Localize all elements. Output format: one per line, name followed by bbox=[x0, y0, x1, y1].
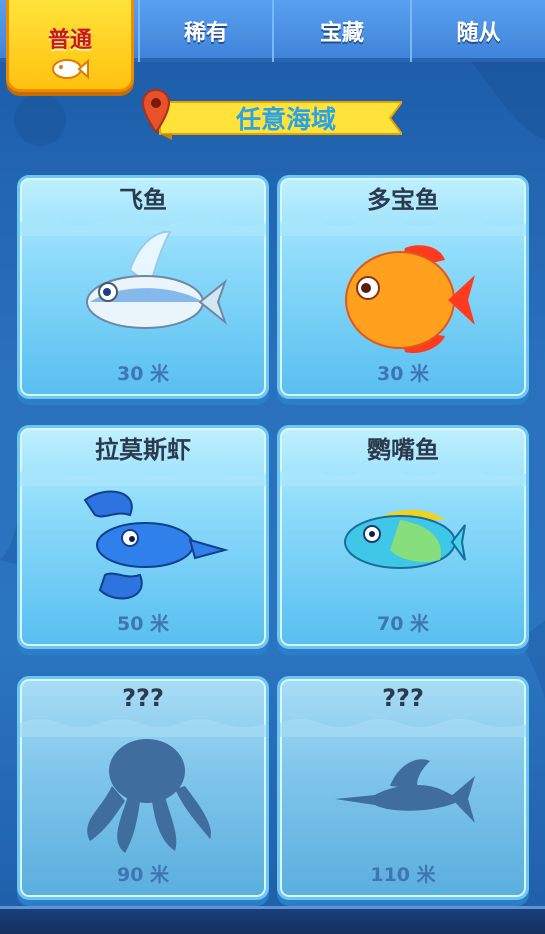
fish-icon bbox=[52, 58, 89, 80]
fish-card[interactable]: 拉莫斯虾 50 米 bbox=[17, 425, 269, 649]
fish-distance: 30 米 bbox=[376, 363, 430, 385]
orange-fish-icon bbox=[345, 245, 475, 354]
tab-common[interactable]: 普通 bbox=[6, 0, 134, 92]
fish-card[interactable]: 鹦嘴鱼 70 米 bbox=[277, 425, 529, 649]
bottom-bar bbox=[0, 906, 545, 934]
fish-distance: 110 米 bbox=[370, 864, 436, 886]
fish-name: 鹦嘴鱼 bbox=[367, 435, 439, 464]
tab-label: 普通 bbox=[47, 28, 92, 53]
tab-companion[interactable]: 随从 bbox=[410, 0, 545, 62]
tab-rare[interactable]: 稀有 bbox=[138, 0, 272, 62]
fish-name: 拉莫斯虾 bbox=[95, 435, 191, 464]
fish-distance: 30 米 bbox=[116, 363, 170, 385]
fish-distance: 90 米 bbox=[116, 864, 170, 886]
fish-distance: 70 米 bbox=[376, 613, 430, 635]
tab-label: 随从 bbox=[456, 21, 501, 46]
tab-treasure[interactable]: 宝藏 bbox=[272, 0, 410, 62]
location-pin-icon bbox=[141, 88, 171, 134]
fish-name: ??? bbox=[382, 684, 424, 712]
fish-name: 飞鱼 bbox=[119, 185, 167, 214]
tab-label: 稀有 bbox=[183, 21, 228, 46]
fish-card[interactable]: 多宝鱼 30 米 bbox=[277, 175, 529, 399]
region-banner bbox=[159, 101, 402, 140]
flying-fish-icon bbox=[86, 230, 228, 329]
octopus-silhouette-icon bbox=[87, 739, 211, 853]
fish-name: 多宝鱼 bbox=[367, 185, 439, 214]
fish-card-locked[interactable]: ??? 110 米 bbox=[277, 676, 529, 900]
tab-label: 宝藏 bbox=[319, 21, 364, 46]
fish-card-locked[interactable]: ??? 90 米 bbox=[17, 676, 269, 900]
lobster-icon bbox=[83, 490, 229, 600]
fish-name: ??? bbox=[122, 684, 164, 712]
fish-distance: 50 米 bbox=[116, 613, 170, 635]
swordfish-silhouette-icon bbox=[335, 759, 475, 823]
fish-card[interactable]: 飞鱼 30 米 bbox=[17, 175, 269, 399]
parrotfish-icon bbox=[344, 509, 466, 569]
